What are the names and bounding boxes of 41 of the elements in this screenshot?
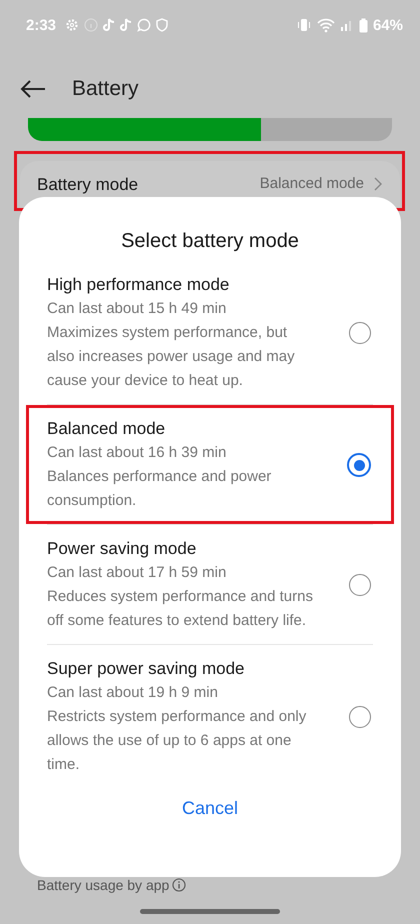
option-title: High performance mode (47, 274, 230, 296)
cancel-button[interactable]: Cancel (170, 792, 250, 825)
vibrate-icon (296, 17, 312, 33)
radio-button[interactable] (349, 706, 371, 728)
signal-icon (340, 18, 354, 32)
option-title: Balanced mode (47, 418, 166, 440)
option-title: Power saving mode (47, 538, 198, 560)
option-estimate: Can last about 15 h 49 min (47, 299, 228, 319)
battery-percent: 64% (372, 16, 403, 34)
back-arrow-icon[interactable] (20, 79, 46, 99)
sheet-title: Select battery mode (120, 230, 300, 253)
mode-option[interactable]: Super power saving mode Can last about 19 h 9 min Restricts system performance and only allows the use of up to 6 apps at one time. (26, 645, 394, 788)
option-description: Maximizes system performance, but also increases power usage and may cause your device to heat up. (47, 323, 296, 391)
option-estimate: Can last about 17 h 59 min (47, 563, 228, 583)
option-description: Reduces system performance and turns off some features to extend battery life. (47, 587, 314, 631)
music-note-icon (103, 18, 116, 32)
row-value: Balanced mode (260, 175, 364, 192)
radio-button[interactable] (347, 453, 371, 477)
row-label: Battery mode (37, 175, 138, 195)
section-label: Battery usage by app (37, 877, 170, 893)
shield-icon (156, 18, 168, 32)
radio-button[interactable] (349, 322, 371, 344)
mode-option[interactable]: Power saving mode Can last about 17 h 59 min Reduces system performance and turns off some features to extend battery life. (26, 525, 394, 644)
info-icon (84, 18, 98, 32)
music-note-icon (120, 18, 132, 32)
option-title: Super power saving mode (47, 658, 246, 680)
page-title: Battery (72, 77, 139, 101)
battery-icon (358, 18, 368, 32)
option-description: Balances performance and power consumption. (47, 467, 272, 511)
radio-button[interactable] (349, 574, 371, 596)
chevron-right-icon (374, 176, 382, 190)
chat-bubble-icon (137, 18, 152, 32)
option-estimate: Can last about 16 h 39 min (47, 443, 228, 463)
option-estimate: Can last about 19 h 9 min (47, 683, 219, 703)
mode-option[interactable]: High performance mode Can last about 15 h 49 min Maximizes system performance, but also increases power usage and may cause your device to heat up. (26, 261, 394, 404)
clock: 2:33 (26, 16, 56, 34)
info-icon (172, 878, 186, 892)
wifi-icon (316, 17, 335, 33)
mode-option[interactable]: Balanced mode Can last about 16 h 39 min Balances performance and power consumption. (26, 405, 394, 524)
option-description: Restricts system performance and only allows the use of up to 6 apps at one time. (47, 707, 308, 775)
gear-icon (65, 18, 80, 32)
